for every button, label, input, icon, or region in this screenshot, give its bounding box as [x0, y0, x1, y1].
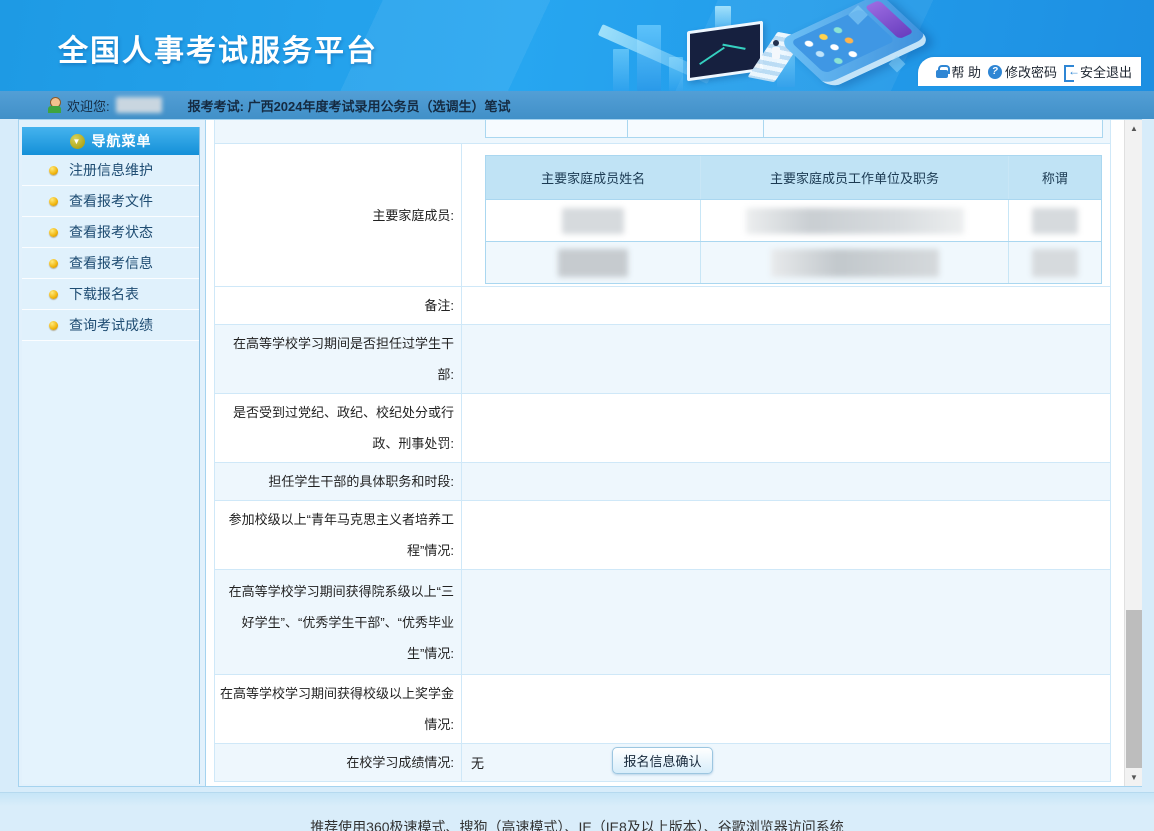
- table-row-partial: [215, 120, 1110, 144]
- column-header-workunit: 主要家庭成员工作单位及职务: [701, 156, 1009, 199]
- family-table-header: 主要家庭成员姓名 主要家庭成员工作单位及职务 称谓: [486, 156, 1101, 199]
- sidebar-item-download-form[interactable]: 下载报名表: [22, 279, 199, 310]
- row-label: 在高等学校学习期间获得校级以上奖学金情况:: [215, 675, 462, 743]
- sidebar-item-exam-files[interactable]: 查看报考文件: [22, 186, 199, 217]
- column-header-relation: 称谓: [1009, 156, 1101, 199]
- header-toolbar: 帮 助 ? 修改密码 安全退出: [918, 57, 1141, 86]
- redacted-cell: [562, 208, 624, 234]
- table-row-marxism-program: 参加校级以上“青年马克思主义者培养工程”情况:: [215, 501, 1110, 570]
- row-label: 在高等学校学习期间获得院系级以上“三好学生”、“优秀学生干部”、“优秀毕业生”情…: [215, 570, 462, 674]
- footer-browser-notice: 推荐使用360极速模式、搜狗（高速模式）、IE（IE8及以上版本）、谷歌浏览器访…: [0, 817, 1154, 831]
- chevron-down-icon: ▼: [70, 134, 85, 149]
- scroll-down-arrow[interactable]: ▼: [1125, 769, 1142, 786]
- row-value: 无: [462, 744, 1110, 781]
- table-row-remarks: 备注:: [215, 287, 1110, 325]
- row-value: [462, 501, 1110, 569]
- row-label: 备注:: [215, 287, 462, 324]
- change-password-link[interactable]: ? 修改密码: [988, 62, 1057, 81]
- sidebar-item-label: 注册信息维护: [69, 160, 153, 180]
- row-value: [462, 325, 1110, 393]
- scrollbar[interactable]: ▲ ▼: [1124, 120, 1142, 786]
- application-form-table: 主要家庭成员: 主要家庭成员姓名 主要家庭成员工作单位及职务 称谓: [214, 120, 1111, 782]
- bullet-icon: [49, 197, 58, 206]
- sidebar: ▼ 导航菜单 注册信息维护 查看报考文件 查看报考状态 查看报考信息 下载报名表…: [22, 127, 200, 784]
- column-header-name: 主要家庭成员姓名: [486, 156, 701, 199]
- lock-icon: [936, 65, 948, 78]
- page-title: 全国人事考试服务平台: [58, 26, 378, 70]
- row-value: [462, 463, 1110, 500]
- confirm-registration-button[interactable]: 报名信息确认: [612, 747, 713, 774]
- welcome-greeting: 欢迎您:: [67, 96, 110, 115]
- bullet-icon: [49, 166, 58, 175]
- app-header: 全国人事考试服务平台 帮 助 ? 修改密码 安全退出: [0, 0, 1154, 91]
- sidebar-item-label: 查询考试成绩: [69, 315, 153, 335]
- redacted-cell: [1032, 208, 1078, 234]
- logout-label: 安全退出: [1080, 62, 1132, 81]
- sidebar-title: 导航菜单: [92, 131, 152, 151]
- table-row-family-members: 主要家庭成员: 主要家庭成员姓名 主要家庭成员工作单位及职务 称谓: [215, 144, 1110, 287]
- change-password-label: 修改密码: [1005, 62, 1057, 81]
- sidebar-item-exam-status[interactable]: 查看报考状态: [22, 217, 199, 248]
- bullet-icon: [49, 321, 58, 330]
- family-members-table: 主要家庭成员姓名 主要家庭成员工作单位及职务 称谓: [485, 155, 1102, 284]
- content-panel: 主要家庭成员: 主要家庭成员姓名 主要家庭成员工作单位及职务 称谓: [205, 120, 1142, 786]
- question-icon: ?: [988, 65, 1002, 79]
- row-label: 在校学习成绩情况:: [215, 744, 462, 781]
- redacted-cell: [558, 249, 628, 277]
- table-row-punishment: 是否受到过党纪、政纪、校纪处分或行政、刑事处罚:: [215, 394, 1110, 463]
- row-label: 参加校级以上“青年马克思主义者培养工程”情况:: [215, 501, 462, 569]
- table-row-honors: 在高等学校学习期间获得院系级以上“三好学生”、“优秀学生干部”、“优秀毕业生”情…: [215, 570, 1110, 675]
- header-illustration: [595, 0, 925, 91]
- redacted-cell: [1032, 249, 1078, 277]
- sidebar-header[interactable]: ▼ 导航菜单: [22, 127, 199, 155]
- row-value: [462, 394, 1110, 462]
- row-value: [462, 675, 1110, 743]
- sidebar-item-exam-info[interactable]: 查看报考信息: [22, 248, 199, 279]
- sidebar-item-label: 查看报考文件: [69, 191, 153, 211]
- sidebar-item-register-info[interactable]: 注册信息维护: [22, 155, 199, 186]
- welcome-bar: 欢迎您: 报考考试: 广西2024年度考试录用公务员（选调生）笔试: [0, 91, 1154, 119]
- table-row-scholarship: 在高等学校学习期间获得校级以上奖学金情况:: [215, 675, 1110, 744]
- sidebar-item-query-scores[interactable]: 查询考试成绩: [22, 310, 199, 341]
- illustration-tower: [613, 49, 629, 91]
- row-label: 是否受到过党纪、政纪、校纪处分或行政、刑事处罚:: [215, 394, 462, 462]
- inner-table-partial: [485, 120, 1103, 138]
- sidebar-item-label: 下载报名表: [69, 284, 139, 304]
- bullet-icon: [49, 259, 58, 268]
- help-link[interactable]: 帮 助: [936, 62, 981, 81]
- scrollbar-thumb[interactable]: [1126, 610, 1142, 768]
- row-label: 主要家庭成员:: [215, 144, 462, 286]
- bullet-icon: [49, 290, 58, 299]
- row-label: 在高等学校学习期间是否担任过学生干部:: [215, 325, 462, 393]
- scroll-up-arrow[interactable]: ▲: [1125, 120, 1142, 137]
- family-table-row: [486, 241, 1101, 283]
- exam-info: 报考考试: 广西2024年度考试录用公务员（选调生）笔试: [188, 96, 511, 115]
- help-label: 帮 助: [951, 62, 981, 81]
- sidebar-item-label: 查看报考状态: [69, 222, 153, 242]
- redacted-username: [116, 97, 162, 113]
- illustration-person: [771, 40, 781, 62]
- row-value: [462, 287, 1110, 324]
- logout-link[interactable]: 安全退出: [1064, 62, 1132, 81]
- sidebar-item-label: 查看报考信息: [69, 253, 153, 273]
- table-row-cadre-position: 担任学生干部的具体职务和时段:: [215, 463, 1110, 501]
- row-value: [462, 570, 1110, 674]
- redacted-cell: [771, 249, 939, 277]
- user-avatar-icon: [47, 97, 62, 113]
- family-table-row: [486, 199, 1101, 241]
- table-row-student-cadre: 在高等学校学习期间是否担任过学生干部:: [215, 325, 1110, 394]
- row-label: 担任学生干部的具体职务和时段:: [215, 463, 462, 500]
- redacted-cell: [746, 208, 964, 234]
- bullet-icon: [49, 228, 58, 237]
- main-container: ▼ 导航菜单 注册信息维护 查看报考文件 查看报考状态 查看报考信息 下载报名表…: [18, 119, 1142, 787]
- exit-icon: [1064, 65, 1077, 78]
